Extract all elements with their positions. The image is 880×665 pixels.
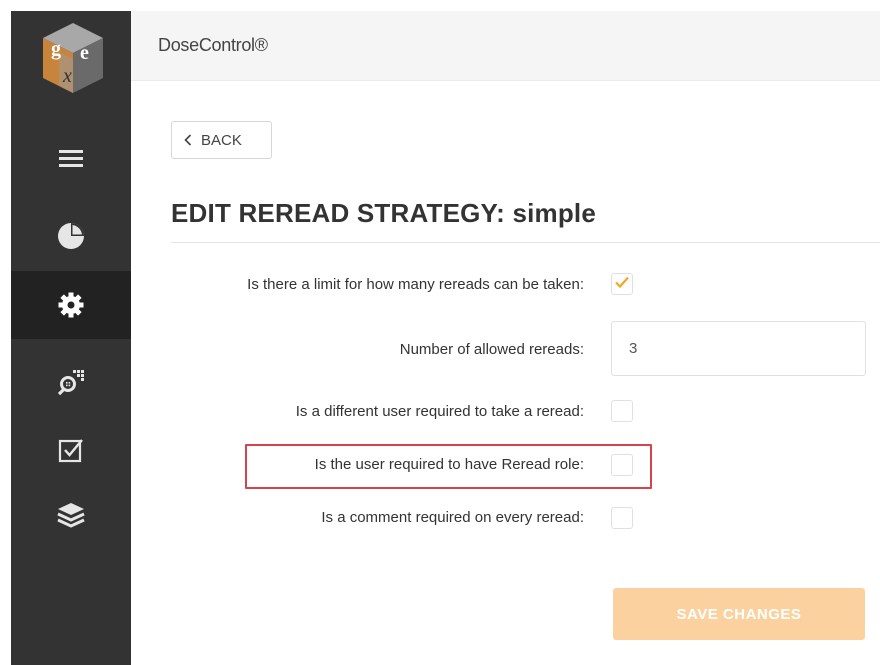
limit-label: Is there a limit for how many rereads ca… <box>247 276 584 293</box>
sidebar-item-menu[interactable] <box>11 124 131 192</box>
app-title: DoseControl® <box>158 35 268 55</box>
back-button-label: BACK <box>201 131 242 149</box>
save-changes-button[interactable]: SAVE CHANGES <box>613 588 865 640</box>
reread-role-label: Is the user required to have Reread role… <box>314 456 584 473</box>
app-header: DoseControl® <box>131 11 880 81</box>
chevron-left-icon <box>184 134 192 146</box>
different-user-label: Is a different user required to take a r… <box>295 403 584 420</box>
sidebar-item-dashboard[interactable] <box>11 202 131 270</box>
checkmark-icon <box>614 275 630 294</box>
sidebar-item-approvals[interactable] <box>11 416 131 484</box>
sidebar-item-layers[interactable] <box>11 481 131 549</box>
checkbox-icon <box>57 436 85 464</box>
different-user-checkbox[interactable] <box>611 400 633 422</box>
comment-required-checkbox[interactable] <box>611 507 633 529</box>
limit-checkbox[interactable] <box>611 273 633 295</box>
hamburger-menu-icon <box>57 146 85 170</box>
sidebar: g e x <box>11 11 131 665</box>
sidebar-item-search[interactable] <box>11 349 131 417</box>
window-frame-left <box>0 0 11 665</box>
search-grid-icon <box>56 368 86 398</box>
page-title: EDIT REREAD STRATEGY: simple <box>171 198 597 228</box>
pie-chart-icon <box>56 221 86 251</box>
window-frame-top <box>0 0 880 11</box>
gear-icon <box>57 291 85 319</box>
back-button[interactable]: BACK <box>171 121 272 159</box>
gex-cube-logo-icon[interactable]: g e x <box>11 11 131 111</box>
svg-text:g: g <box>51 38 61 60</box>
svg-text:e: e <box>80 42 89 64</box>
svg-text:x: x <box>62 65 72 87</box>
comment-required-label: Is a comment required on every reread: <box>321 509 584 526</box>
sidebar-item-settings[interactable] <box>11 271 131 339</box>
allowed-rereads-input[interactable] <box>611 321 866 376</box>
layers-icon <box>56 501 86 529</box>
reread-role-checkbox[interactable] <box>611 454 633 476</box>
title-divider <box>171 242 880 243</box>
allowed-rereads-label: Number of allowed rereads: <box>399 341 584 358</box>
